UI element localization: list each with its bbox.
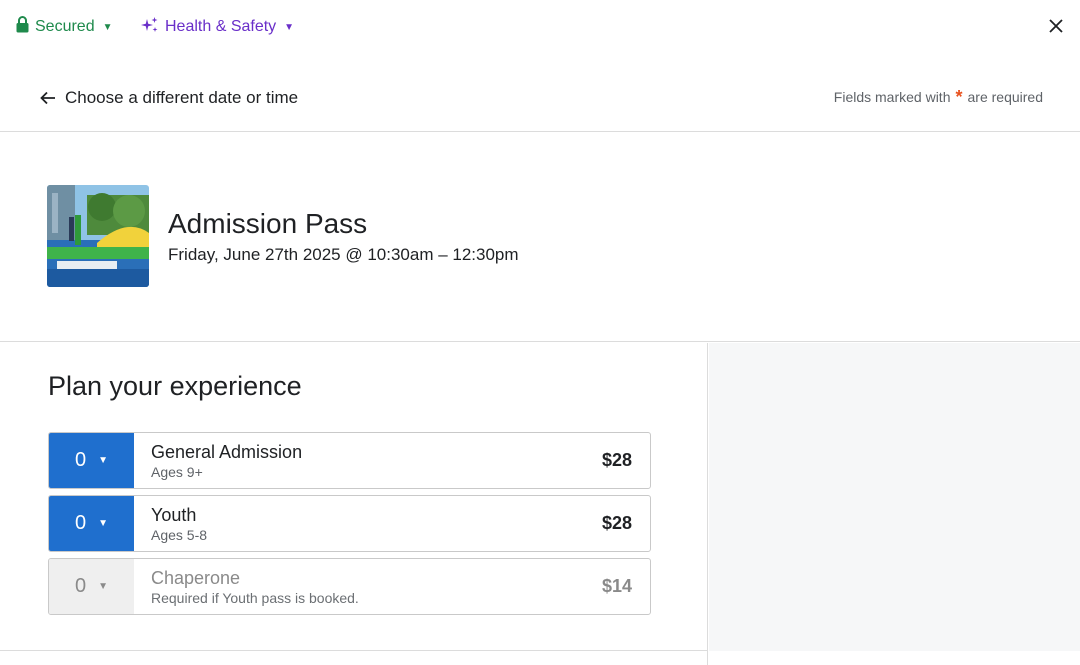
- ticket-subtitle: Required if Youth pass is booked.: [151, 590, 359, 606]
- quantity-value: 0: [74, 449, 87, 471]
- health-safety-menu[interactable]: Health & Safety ▼: [141, 16, 294, 38]
- ticket-name: General Admission: [151, 442, 303, 462]
- ticket-chaperone: 0 ▼ Chaperone Required if Youth pass is …: [48, 558, 651, 615]
- quantity-select-youth[interactable]: 0 ▼: [49, 496, 134, 551]
- required-fields-note: Fields marked with * are required: [833, 87, 1044, 107]
- ticket-youth: 0 ▼ Youth Ages 5-8 $28: [48, 495, 651, 552]
- caret-down-icon: ▼: [98, 581, 109, 592]
- sparkle-icon: [141, 16, 159, 39]
- lock-icon: [16, 16, 29, 38]
- quantity-value: 0: [74, 575, 87, 597]
- caret-down-icon: ▼: [102, 21, 113, 33]
- navigation-row: Choose a different date or time Fields m…: [0, 62, 1080, 132]
- caret-down-icon: ▼: [98, 518, 109, 529]
- event-thumbnail: [47, 185, 149, 287]
- secured-label: Secured: [35, 18, 95, 35]
- event-datetime: Friday, June 27th 2025 @ 10:30am – 12:30…: [168, 245, 519, 264]
- required-note-suffix: are required: [967, 89, 1044, 105]
- summary-pane: [709, 343, 1080, 651]
- plan-pane: Plan your experience 0 ▼ General Admissi…: [0, 343, 708, 665]
- plan-title: Plan your experience: [48, 371, 302, 401]
- ticket-subtitle: Ages 5-8: [151, 527, 208, 543]
- ticket-price: $28: [601, 450, 632, 470]
- ticket-name: Youth: [151, 505, 197, 525]
- ticket-subtitle: Ages 9+: [151, 464, 203, 480]
- quantity-select-general-admission[interactable]: 0 ▼: [49, 433, 134, 488]
- back-link-label: Choose a different date or time: [65, 88, 299, 107]
- caret-down-icon: ▼: [284, 21, 295, 33]
- quantity-select-chaperone[interactable]: 0 ▼: [49, 559, 134, 614]
- secured-menu[interactable]: Secured ▼: [16, 16, 113, 38]
- ticket-general-admission: 0 ▼ General Admission Ages 9+ $28: [48, 432, 651, 489]
- divider: [0, 650, 708, 651]
- event-header: Admission Pass Friday, June 27th 2025 @ …: [0, 133, 1080, 342]
- close-icon: [1049, 19, 1063, 33]
- health-safety-label: Health & Safety: [165, 18, 277, 35]
- quantity-value: 0: [74, 512, 87, 534]
- caret-down-icon: ▼: [98, 455, 109, 466]
- ticket-name: Chaperone: [151, 568, 241, 588]
- event-title: Admission Pass: [168, 208, 368, 239]
- back-link[interactable]: Choose a different date or time: [40, 86, 298, 110]
- required-note-prefix: Fields marked with: [833, 89, 951, 105]
- arrow-left-icon: [40, 91, 55, 105]
- ticket-price: $28: [601, 513, 632, 533]
- top-bar: Secured ▼ Health & Safety ▼: [0, 0, 1080, 54]
- ticket-price: $14: [601, 576, 632, 596]
- required-asterisk: *: [955, 87, 963, 107]
- close-button[interactable]: [1044, 14, 1068, 38]
